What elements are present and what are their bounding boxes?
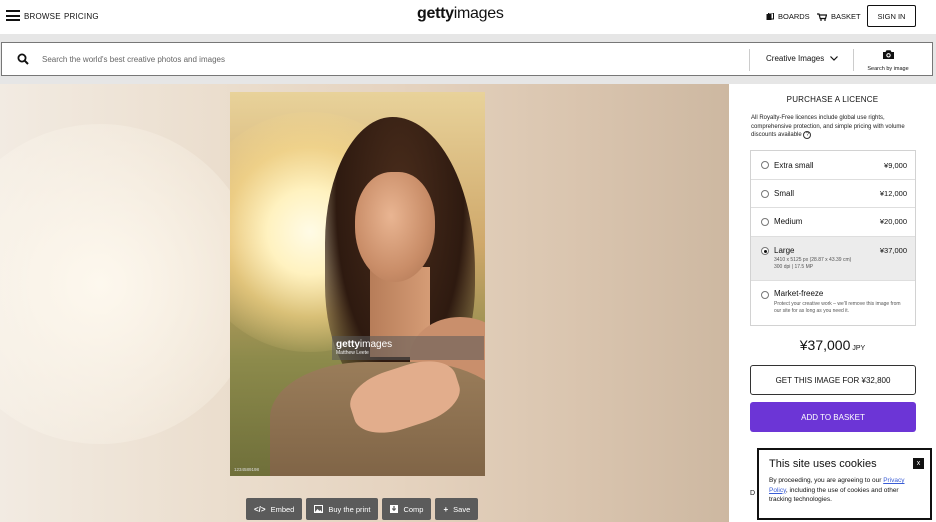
licence-size-options: Extra small ¥9,000 Small ¥12,000 Medium … [750, 150, 916, 326]
add-to-basket-button[interactable]: ADD TO BASKET [750, 402, 916, 432]
comp-button[interactable]: Comp [382, 498, 432, 520]
image-type-select[interactable]: Creative Images [766, 54, 839, 63]
plus-icon: + [443, 504, 449, 514]
option-resolution: 300 dpi | 17.5 MP [774, 264, 814, 270]
boards-link[interactable]: BOARDS [766, 12, 810, 21]
radio-button[interactable] [761, 161, 769, 169]
image-id: 1234589198 [234, 467, 260, 472]
option-large[interactable]: Large ¥37,000 3410 x 5125 px (28.87 x 43… [751, 237, 915, 281]
image-preview-area: gettyimages Matthew Leete 1234589198 </>… [0, 84, 729, 522]
licence-note: All Royalty-Free licences include global… [751, 114, 921, 140]
option-name: Market-freeze [774, 289, 824, 298]
buy-print-button[interactable]: Buy the print [306, 498, 379, 520]
comp-label: Comp [403, 504, 424, 514]
getty-logo[interactable]: gettyimages [417, 5, 504, 23]
currency-label: JPY [852, 345, 866, 352]
code-icon: </> [254, 504, 266, 514]
picture-icon [314, 505, 324, 513]
licence-note-text: All Royalty-Free licences include global… [751, 115, 905, 138]
option-market-freeze[interactable]: Market-freeze Protect your creative work… [751, 281, 915, 325]
search-by-image-label: Search by image [867, 66, 909, 72]
help-icon[interactable]: ? [803, 131, 812, 139]
buy-print-label: Buy the print [328, 504, 371, 514]
pricing-link[interactable]: PRICING [64, 12, 99, 21]
option-name: Medium [774, 217, 803, 226]
divider [853, 49, 854, 71]
save-button[interactable]: + Save [435, 498, 479, 520]
search-input[interactable] [42, 51, 732, 68]
search-band: Creative Images Search by image [0, 34, 936, 84]
download-icon [390, 505, 399, 513]
basket-link[interactable]: BASKET [817, 12, 861, 21]
boards-icon [766, 12, 774, 20]
option-medium[interactable]: Medium ¥20,000 [751, 208, 915, 237]
radio-button-selected[interactable] [761, 247, 769, 255]
option-extra-small[interactable]: Extra small ¥9,000 [751, 151, 915, 180]
camera-icon [882, 50, 894, 59]
menu-icon[interactable] [6, 10, 20, 21]
close-icon[interactable]: x [913, 458, 924, 469]
watermark: gettyimages Matthew Leete [332, 336, 484, 360]
option-price: ¥9,000 [884, 161, 907, 170]
top-header: BROWSE PRICING gettyimages BOARDS BASKET… [0, 0, 936, 34]
option-name: Small [774, 189, 795, 198]
basket-icon [817, 12, 827, 21]
image-toolbar: </> Embed Buy the print Comp + Save [246, 498, 479, 520]
embed-button[interactable]: </> Embed [246, 498, 303, 520]
panel-details-heading: D [750, 490, 756, 497]
get-image-button[interactable]: GET THIS IMAGE FOR ¥32,800 [750, 365, 916, 395]
option-price: ¥12,000 [879, 189, 907, 198]
radio-button[interactable] [761, 218, 769, 226]
basket-label: BASKET [831, 12, 861, 21]
photographer-credit: Matthew Leete [336, 350, 369, 356]
embed-label: Embed [270, 504, 295, 514]
option-price: ¥20,000 [879, 217, 907, 226]
browse-link[interactable]: BROWSE [24, 12, 61, 21]
option-price: ¥37,000 [879, 246, 907, 255]
main-photo[interactable]: gettyimages Matthew Leete 1234589198 [230, 92, 485, 476]
option-dimensions: 3410 x 5125 px (28.87 x 43.39 cm) [774, 257, 852, 263]
search-bar: Creative Images Search by image [1, 42, 933, 76]
cookie-text-end: , including the use of cookies and other… [769, 486, 899, 504]
divider [749, 49, 750, 71]
search-by-image-button[interactable]: Search by image [864, 47, 912, 72]
chevron-down-icon [830, 56, 839, 61]
boards-label: BOARDS [778, 12, 810, 21]
price-value: ¥37,000 [799, 337, 851, 353]
watermark-logo: gettyimages [336, 339, 393, 350]
radio-button[interactable] [761, 291, 769, 299]
cookie-text-start: By proceeding, you are agreeing to our [769, 477, 884, 484]
cookie-title: This site uses cookies [769, 458, 877, 470]
option-name: Extra small [774, 161, 814, 170]
option-description: Protect your creative work – we'll remov… [774, 301, 901, 314]
save-label: Save [453, 504, 471, 514]
option-small[interactable]: Small ¥12,000 [751, 180, 915, 208]
cookie-text: By proceeding, you are agreeing to our P… [769, 476, 920, 505]
panel-title: PURCHASE A LICENCE [786, 95, 879, 104]
selected-price: ¥37,000 JPY [729, 337, 936, 353]
radio-button[interactable] [761, 190, 769, 198]
cookie-banner: This site uses cookies x By proceeding, … [757, 448, 932, 520]
image-type-label: Creative Images [766, 54, 825, 63]
option-name: Large [774, 246, 795, 255]
sign-in-button[interactable]: SIGN IN [867, 5, 916, 27]
search-icon[interactable] [17, 53, 29, 65]
